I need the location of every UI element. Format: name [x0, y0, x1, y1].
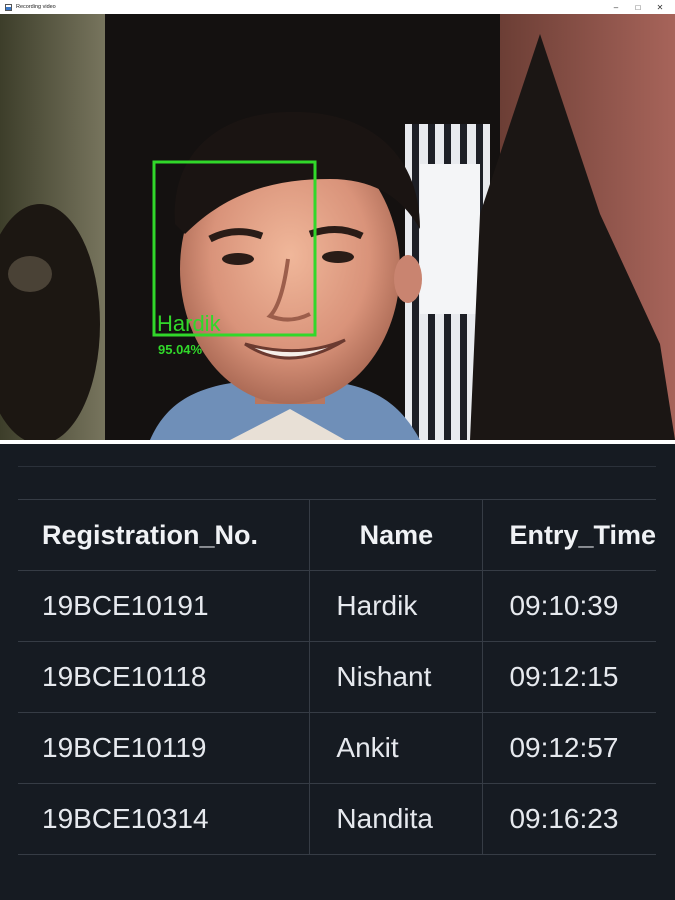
- cell-name: Ankit: [309, 712, 483, 784]
- column-header-entry-time[interactable]: Entry_Time: [482, 499, 656, 571]
- close-button[interactable]: ✕: [649, 0, 671, 14]
- minimize-button[interactable]: –: [605, 0, 627, 14]
- detection-confidence-label: 95.04%: [158, 342, 203, 357]
- column-header-registration[interactable]: Registration_No.: [18, 499, 310, 571]
- title-bar[interactable]: Recording video – □ ✕: [0, 0, 675, 14]
- table-row: 19BCE10314 Nandita 09:16:23: [18, 783, 656, 855]
- cell-entry-time: 09:12:15: [482, 641, 656, 713]
- cell-entry-time: 09:16:23: [482, 783, 656, 855]
- cell-registration: 19BCE10119: [18, 712, 310, 784]
- cell-entry-time: 09:12:57: [482, 712, 656, 784]
- webcam-frame: Hardik 95.04%: [0, 14, 675, 440]
- detection-name-label: Hardik: [157, 311, 222, 336]
- table-row: 19BCE10119 Ankit 09:12:57: [18, 712, 656, 784]
- cell-name: Nandita: [309, 783, 483, 855]
- app-icon: [5, 3, 12, 11]
- recording-window: Recording video – □ ✕ Hardik 95.04%: [0, 0, 675, 444]
- cell-name: Nishant: [309, 641, 483, 713]
- cell-name: Hardik: [309, 570, 483, 642]
- cell-registration: 19BCE10191: [18, 570, 310, 642]
- window-title: Recording video: [16, 4, 56, 10]
- table-row: 19BCE10191 Hardik 09:10:39: [18, 570, 656, 642]
- attendance-table: Registration_No. Name Entry_Time 19BCE10…: [18, 499, 656, 855]
- panel-divider: [18, 466, 656, 467]
- table-row: 19BCE10118 Nishant 09:12:15: [18, 641, 656, 713]
- column-header-name[interactable]: Name: [309, 499, 483, 571]
- table-header-row: Registration_No. Name Entry_Time: [18, 499, 656, 571]
- cell-entry-time: 09:10:39: [482, 570, 656, 642]
- maximize-button[interactable]: □: [627, 0, 649, 14]
- cell-registration: 19BCE10314: [18, 783, 310, 855]
- attendance-panel: Registration_No. Name Entry_Time 19BCE10…: [0, 450, 675, 900]
- cell-registration: 19BCE10118: [18, 641, 310, 713]
- window-controls: – □ ✕: [605, 0, 671, 14]
- video-feed: Hardik 95.04%: [0, 14, 675, 440]
